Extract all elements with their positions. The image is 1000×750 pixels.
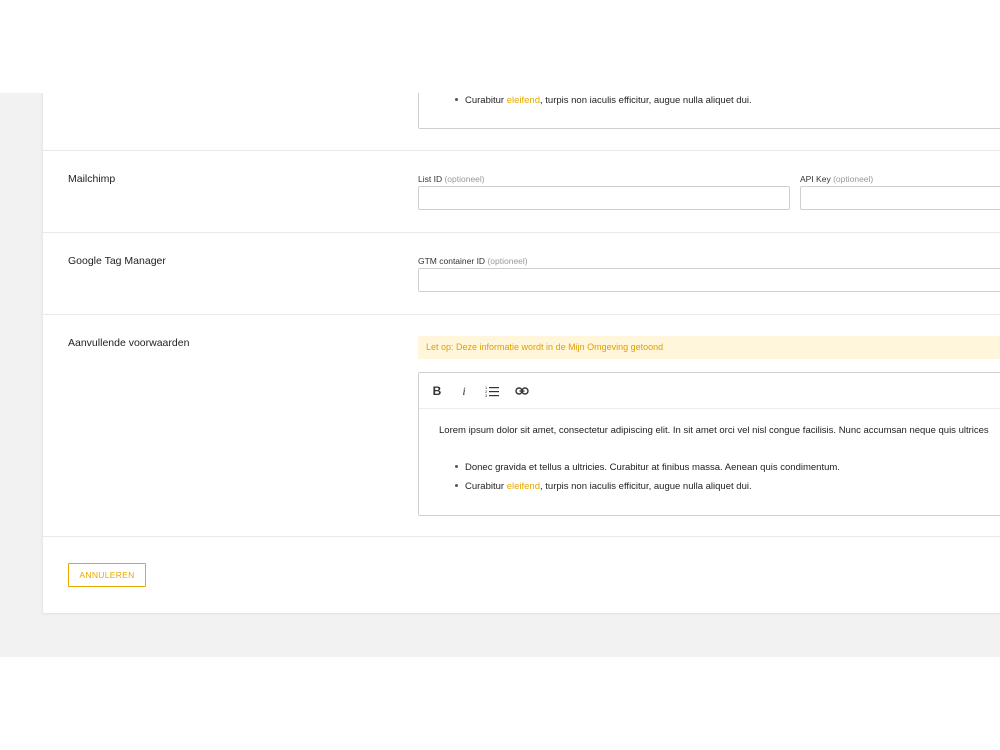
list-item: Curabitur eleifend, turpis non iaculis e… [455,95,752,106]
gtm-container-input[interactable] [419,269,1000,291]
api-key-input[interactable] [801,187,1000,209]
highlighted-word: eleifend [506,481,540,492]
list-item: Donec gravida et tellus a ultricies. Cur… [455,462,840,473]
divider [43,314,1000,315]
api-key-label: API Key (optioneel) [800,174,874,184]
divider [43,150,1000,151]
ordered-list-icon: 1 2 3 [485,385,499,398]
top-rich-text-editor[interactable]: Curabitur eleifend, turpis non iaculis e… [418,93,1000,129]
settings-card: Curabitur eleifend, turpis non iaculis e… [42,93,1000,613]
bold-button[interactable]: B [427,382,447,400]
gtm-container-field[interactable] [418,268,1000,292]
link-button[interactable] [512,382,532,400]
italic-button[interactable]: i [454,382,474,400]
bullet-icon [455,483,458,487]
list-id-input[interactable] [419,187,789,209]
svg-text:3: 3 [485,393,488,397]
api-key-field[interactable] [800,186,1000,210]
divider [43,232,1000,233]
voorwaarden-section-label: Aanvullende voorwaarden [68,337,190,349]
gtm-section-label: Google Tag Manager [68,255,166,267]
voorwaarden-rich-text-editor[interactable]: B i 1 2 3 Lorem ipsum dolor sit amet, co… [418,372,1000,516]
list-item: Curabitur eleifend, turpis non iaculis e… [455,481,752,492]
list-id-label: List ID (optioneel) [418,174,485,184]
mailchimp-section-label: Mailchimp [68,173,116,185]
link-icon [515,387,529,395]
bullet-icon [455,464,458,468]
highlighted-word: eleifend [506,95,540,106]
bullet-icon [455,97,458,101]
cancel-button[interactable]: ANNULEREN [68,563,146,587]
list-id-field[interactable] [418,186,790,210]
gtm-container-label: GTM container ID (optioneel) [418,256,528,266]
info-notice: Let op: Deze informatie wordt in de Mijn… [418,336,1000,359]
editor-toolbar: B i 1 2 3 [419,373,1000,409]
editor-paragraph: Lorem ipsum dolor sit amet, consectetur … [439,425,989,436]
divider [43,536,1000,537]
ordered-list-button[interactable]: 1 2 3 [482,382,502,400]
